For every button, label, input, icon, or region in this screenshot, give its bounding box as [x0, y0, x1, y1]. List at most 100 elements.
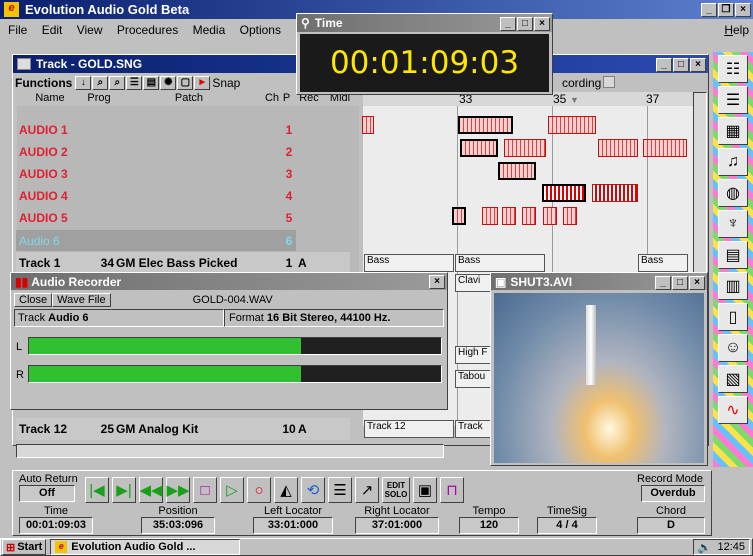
audio-clip[interactable] [452, 207, 466, 225]
notation-icon[interactable]: ♫ [718, 148, 748, 176]
mixer-icon[interactable]: ▥ [718, 272, 748, 300]
horizontal-scrollbar[interactable] [16, 444, 444, 458]
start-button[interactable]: ⊞ Start [2, 539, 47, 555]
track-row[interactable]: Track 12 25 GM Analog Kit 10 A [16, 418, 350, 440]
track-name[interactable]: Track 1 [16, 256, 82, 270]
punch-icon[interactable]: ☰ [328, 477, 352, 503]
record-mode-value[interactable]: Overdub [641, 485, 705, 502]
audio-clip[interactable] [643, 139, 687, 157]
menu-procedures[interactable]: Procedures [117, 23, 178, 37]
fast-forward-icon[interactable]: ▶▶ [166, 477, 190, 503]
track-close-button[interactable]: × [690, 58, 706, 72]
track-name[interactable]: Audio 6 [16, 234, 82, 248]
track-name[interactable]: AUDIO 2 [16, 145, 82, 159]
lane-block-track12[interactable]: Track 12 [364, 420, 454, 438]
audio-clip[interactable] [542, 184, 586, 202]
track-name[interactable]: AUDIO 1 [16, 123, 82, 137]
event-list-icon[interactable]: ☰ [718, 86, 748, 114]
record-icon[interactable]: ○ [247, 477, 271, 503]
time-close-button[interactable]: × [534, 17, 550, 31]
video-maximize-button[interactable]: □ [672, 275, 688, 290]
menu-view[interactable]: View [77, 23, 103, 37]
track-name[interactable]: AUDIO 4 [16, 189, 82, 203]
track-maximize-button[interactable]: □ [673, 58, 689, 72]
track-patch[interactable]: GM Analog Kit [116, 422, 280, 436]
menu-edit[interactable]: Edit [42, 23, 63, 37]
time-minimize-button[interactable]: _ [500, 17, 516, 31]
clip-icon[interactable]: ▢ [177, 76, 194, 90]
col-patch[interactable]: Patch [115, 92, 263, 106]
menu-options[interactable]: Options [240, 23, 281, 37]
lane-block-bass[interactable]: Bass [455, 254, 545, 272]
wand-icon[interactable]: ↗ [355, 477, 379, 503]
audio-clip[interactable] [548, 116, 596, 134]
play-icon[interactable]: ▷ [220, 477, 244, 503]
keyboard-icon[interactable]: ▯ [718, 303, 748, 331]
audio-clip[interactable] [563, 207, 577, 225]
audio-clip[interactable] [522, 207, 536, 225]
track-row[interactable]: Audio 6 6 [16, 230, 356, 252]
recorder-wavefile-menu[interactable]: Wave File [52, 292, 111, 307]
track-row[interactable]: Track 1 34 GM Elec Bass Picked 1 A [16, 252, 350, 274]
auto-return-value[interactable]: Off [19, 485, 75, 502]
conductor-icon[interactable]: ♆ [718, 210, 748, 238]
metronome-icon[interactable]: ◭ [274, 477, 298, 503]
face-icon[interactable]: ☺ [718, 334, 748, 362]
track-row[interactable]: AUDIO 1 1 [16, 119, 356, 141]
speaker-icon[interactable]: 🔈 [698, 541, 712, 554]
track-name[interactable]: Track 12 [16, 422, 82, 436]
lane-block-tabou[interactable]: Tabou [455, 370, 491, 388]
time-maximize-button[interactable]: □ [517, 17, 533, 31]
audio-wave-icon[interactable]: ∿ [718, 396, 748, 424]
audio-clip[interactable] [598, 139, 638, 157]
track-minimize-button[interactable]: _ [656, 58, 672, 72]
tempo-value[interactable]: 120 [459, 517, 519, 534]
lane-block-highf[interactable]: High F [455, 346, 491, 364]
grid-view-icon[interactable]: ▤ [143, 76, 160, 90]
track-row[interactable]: AUDIO 2 2 [16, 141, 356, 163]
col-prog[interactable]: Prog [83, 92, 115, 106]
menu-media[interactable]: Media [193, 23, 226, 37]
left-locator-value[interactable]: 33:01:000 [253, 517, 333, 534]
chord-icon[interactable]: ▧ [718, 365, 748, 393]
stop-icon[interactable]: □ [193, 477, 217, 503]
track-row[interactable]: AUDIO 5 5 [16, 207, 356, 229]
list-view-icon[interactable]: ☰ [126, 76, 143, 90]
col-name[interactable]: Name [17, 92, 83, 106]
close-button[interactable]: × [735, 2, 751, 17]
lane-block-bass[interactable]: Bass [364, 254, 454, 272]
chord-value[interactable]: D [637, 517, 705, 534]
document-icon[interactable]: ▤ [718, 241, 748, 269]
loop-icon[interactable]: ⟲ [301, 477, 325, 503]
marker-icon[interactable]: ► [194, 76, 211, 90]
lane-block-track12[interactable]: Track [455, 420, 491, 438]
go-start-icon[interactable]: |◀ [85, 477, 109, 503]
audio-clip[interactable] [460, 139, 498, 157]
restore-button[interactable]: ❐ [718, 2, 734, 17]
zoom-out-icon[interactable]: ⌕ [109, 76, 126, 90]
track-row[interactable]: AUDIO 3 3 [16, 163, 356, 185]
audio-clip[interactable] [502, 207, 516, 225]
snap-label[interactable]: Snap [212, 76, 240, 90]
position-value[interactable]: 35:03:096 [141, 517, 215, 534]
rewind-icon[interactable]: ◀◀ [139, 477, 163, 503]
track-name[interactable]: AUDIO 5 [16, 211, 82, 225]
arrow-down-icon[interactable]: ↓ [75, 76, 92, 90]
menu-file[interactable]: File [8, 23, 27, 37]
zoom-in-icon[interactable]: ⌕ [92, 76, 109, 90]
track-row[interactable]: AUDIO 4 4 [16, 185, 356, 207]
audio-clip[interactable] [458, 116, 513, 134]
recorder-close-button[interactable]: × [429, 274, 445, 289]
audio-clip[interactable] [498, 162, 536, 180]
monitor-icon[interactable]: ▣ [413, 477, 437, 503]
edit-solo-button[interactable]: EDIT SOLO [382, 477, 410, 503]
audio-clip[interactable] [592, 184, 638, 202]
video-close-button[interactable]: × [689, 275, 705, 290]
minimize-button[interactable]: _ [701, 2, 717, 17]
audio-clip[interactable] [482, 207, 498, 225]
track-name[interactable]: AUDIO 3 [16, 167, 82, 181]
right-locator-value[interactable]: 37:01:000 [355, 517, 439, 534]
col-ch[interactable]: Ch [263, 92, 281, 106]
punch-in-icon[interactable]: ⊓ [440, 477, 464, 503]
staff-icon[interactable]: ▦ [718, 117, 748, 145]
